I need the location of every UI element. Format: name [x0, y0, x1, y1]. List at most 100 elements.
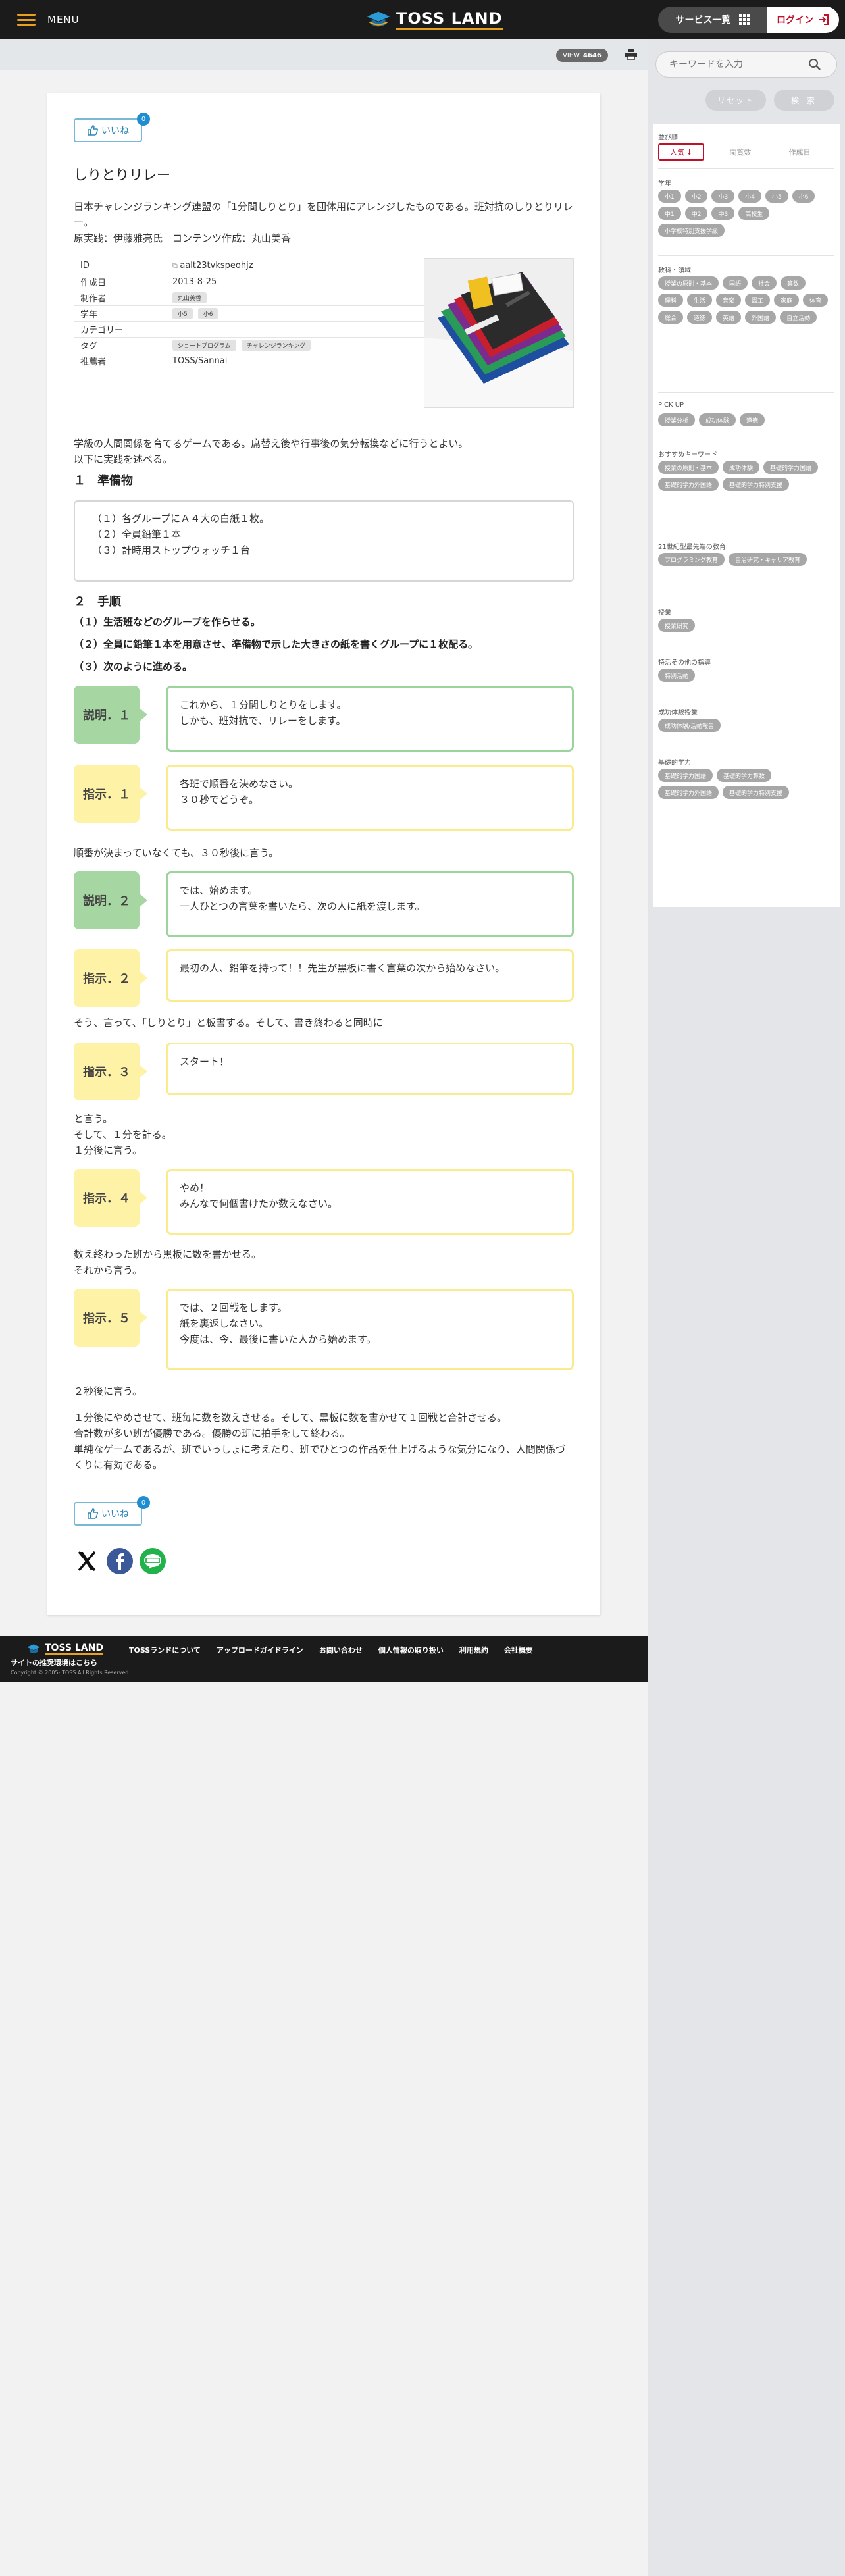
grade-chip[interactable]: 小3 — [711, 190, 735, 203]
login-button[interactable]: ログイン — [767, 7, 839, 33]
subject-chip[interactable]: 体育 — [803, 294, 829, 307]
special-chip[interactable]: 特別活動 — [658, 669, 696, 682]
print-icon[interactable] — [625, 49, 637, 60]
tag-chip[interactable]: ショートプログラム — [172, 339, 236, 351]
basic-chip[interactable]: 基礎的学力算数 — [717, 769, 772, 782]
bubble-line: やめ！ — [180, 1182, 210, 1194]
hamburger-icon — [17, 14, 36, 26]
grade-chip[interactable]: 小2 — [684, 190, 708, 203]
basic-chip[interactable]: 基礎的学力国語 — [658, 769, 713, 782]
lead-line: 原実践：伊藤雅亮氏 コンテンツ作成：丸山美香 — [74, 232, 292, 244]
paragraph-line: 合計数が多い班が優勝である。優勝の班に拍手をして終わる。 — [74, 1428, 350, 1439]
grade-chip[interactable]: 小6 — [197, 307, 218, 319]
basic-chip[interactable]: 基礎的学力外国語 — [658, 786, 719, 799]
sort-popular[interactable]: 人気 ↓ — [658, 143, 704, 161]
meta-row-tag: タグ ショートプログラム チャレンジランキング — [74, 337, 463, 353]
subject-chip[interactable]: 自立活動 — [780, 311, 817, 324]
site-logo[interactable]: TOSS LAND — [366, 7, 503, 32]
grade-chip[interactable]: 小5 — [765, 190, 788, 203]
like-button-top[interactable]: いいね 0 — [74, 113, 150, 142]
author-chip[interactable]: 丸山美香 — [172, 292, 207, 303]
subject-chip[interactable]: 図工 — [745, 294, 771, 307]
footer-link-terms[interactable]: 利用規約 — [459, 1645, 488, 1655]
footer-link-contact[interactable]: お問い合わせ — [319, 1645, 363, 1655]
search-icon[interactable] — [808, 58, 821, 71]
meta-key: カテゴリー — [74, 321, 166, 338]
success-chip[interactable]: 成功体験/活動報告 — [658, 719, 721, 732]
keyword-chip[interactable]: 基礎的学力特別支援 — [723, 478, 790, 491]
c21-chip[interactable]: 自治研究・キャリア教育 — [729, 553, 807, 566]
grade-chip[interactable]: 小4 — [738, 190, 761, 203]
sort-date[interactable]: 作成日 — [777, 143, 823, 161]
grade-chip[interactable]: 小5 — [172, 307, 193, 319]
subject-chip[interactable]: 家庭 — [774, 294, 800, 307]
meta-value[interactable]: ⧉ aalt23tvkspeohjz — [166, 258, 463, 274]
instruction-tag: 指示．３ — [74, 1043, 147, 1100]
site-header: MENU TOSS LAND サービス一覧 ログイン — [0, 0, 845, 39]
pickup-label: PICK UP — [658, 401, 684, 409]
prep-item: （１）各グループにＡ４大の白紙１枚。 — [92, 513, 270, 525]
article-photo[interactable] — [424, 258, 574, 408]
footer-link-guideline[interactable]: アップロードガイドライン — [217, 1645, 303, 1655]
like-label: いいね — [101, 126, 129, 136]
sort-views[interactable]: 閲覧数 — [717, 143, 763, 161]
menu-button[interactable]: MENU — [17, 14, 80, 26]
keyword-chip[interactable]: 授業の原則・基本 — [658, 461, 719, 474]
prep-heading: １ 準備物 — [74, 474, 133, 488]
instruction-bubble: では、２回戦をします。 紙を裏返しなさい。 今度は、今、最後に書いた人から始めま… — [166, 1289, 574, 1370]
services-label: サービス一覧 — [675, 15, 731, 26]
subject-chips: 授業の原則・基本 国語 社会 算数 理科 生活 音楽 図工 家庭 体育 総合 道… — [658, 276, 836, 328]
pickup-chip[interactable]: 成功体験 — [699, 413, 736, 426]
grade-chip[interactable]: 中2 — [684, 207, 708, 220]
line-share-icon[interactable] — [140, 1548, 166, 1574]
class-label: 授業 — [658, 609, 671, 617]
like-button-bottom[interactable]: いいね 0 — [74, 1496, 150, 1526]
subject-chip[interactable]: 道徳 — [687, 311, 713, 324]
pickup-chip[interactable]: 授業分析 — [658, 413, 696, 426]
meta-value: 丸山美香 — [166, 290, 463, 306]
keyword-chip[interactable]: 成功体験 — [723, 461, 760, 474]
keyword-chip[interactable]: 基礎的学力外国語 — [658, 478, 719, 491]
grade-chip[interactable]: 小6 — [792, 190, 815, 203]
subject-chip[interactable]: 算数 — [781, 276, 806, 290]
grade-chip[interactable]: 中3 — [711, 207, 735, 220]
search-button[interactable]: 検 索 — [774, 90, 834, 111]
reset-button[interactable]: リセット — [705, 90, 766, 111]
keyword-chip[interactable]: 基礎的学力国語 — [763, 461, 819, 474]
grade-chip[interactable]: 小学校特別支援学級 — [658, 224, 725, 237]
subject-chip[interactable]: 生活 — [687, 294, 713, 307]
x-share-icon[interactable] — [74, 1548, 100, 1574]
subject-chip[interactable]: 国語 — [723, 276, 748, 290]
footer-link-company[interactable]: 会社概要 — [504, 1645, 533, 1655]
pickup-chip[interactable]: 道徳 — [740, 413, 765, 426]
paragraph: 数え終わった班から黒板に数を書かせる。 それから言う。 — [74, 1247, 261, 1278]
copy-icon[interactable]: ⧉ — [172, 261, 180, 270]
basic-chip[interactable]: 基礎的学力特別支援 — [723, 786, 790, 799]
subject-chip[interactable]: 総合 — [658, 311, 684, 324]
grade-chip[interactable]: 中1 — [658, 207, 681, 220]
meta-value: 小5 小6 — [166, 305, 463, 322]
tag-chip[interactable]: チャレンジランキング — [241, 339, 311, 351]
footer-logo[interactable]: TOSS LAND — [26, 1641, 103, 1656]
footer-link-privacy[interactable]: 個人情報の取り扱い — [378, 1645, 444, 1655]
services-button[interactable]: サービス一覧 — [658, 7, 767, 33]
paragraph-line: そして、１分を計る。 — [74, 1129, 172, 1141]
subject-chip[interactable]: 授業の原則・基本 — [658, 276, 719, 290]
instruction-bubble: やめ！ みんなで何個書けたか数えなさい。 — [166, 1169, 574, 1235]
grade-chip[interactable]: 高校生 — [738, 207, 770, 220]
c21-chip[interactable]: プログラミング教育 — [658, 553, 725, 566]
class-chip[interactable]: 授業研究 — [658, 619, 696, 632]
step-line: （２）全員に鉛筆１本を用意させ、準備物で示した大きさの紙を書くグループに１枚配る… — [74, 638, 478, 650]
footer-env-link[interactable]: サイトの推奨環境はこちら — [11, 1657, 97, 1668]
subject-chip[interactable]: 外国語 — [745, 311, 777, 324]
subject-chip[interactable]: 英語 — [716, 311, 742, 324]
meta-id-value: aalt23tvkspeohjz — [180, 261, 253, 271]
subject-chip[interactable]: 音楽 — [716, 294, 742, 307]
subject-chip[interactable]: 社会 — [752, 276, 777, 290]
explanation-bubble: これから、１分間しりとりをします。 しかも、班対抗で、リレーをします。 — [166, 686, 574, 752]
subject-chip[interactable]: 理科 — [658, 294, 684, 307]
grade-chip[interactable]: 小1 — [658, 190, 681, 203]
footer-link-about[interactable]: TOSSランドについて — [129, 1645, 201, 1655]
paragraph: そう、言って、「しりとり」と板書する。そして、書き終わると同時に — [74, 1017, 383, 1029]
facebook-share-icon[interactable] — [107, 1548, 133, 1574]
